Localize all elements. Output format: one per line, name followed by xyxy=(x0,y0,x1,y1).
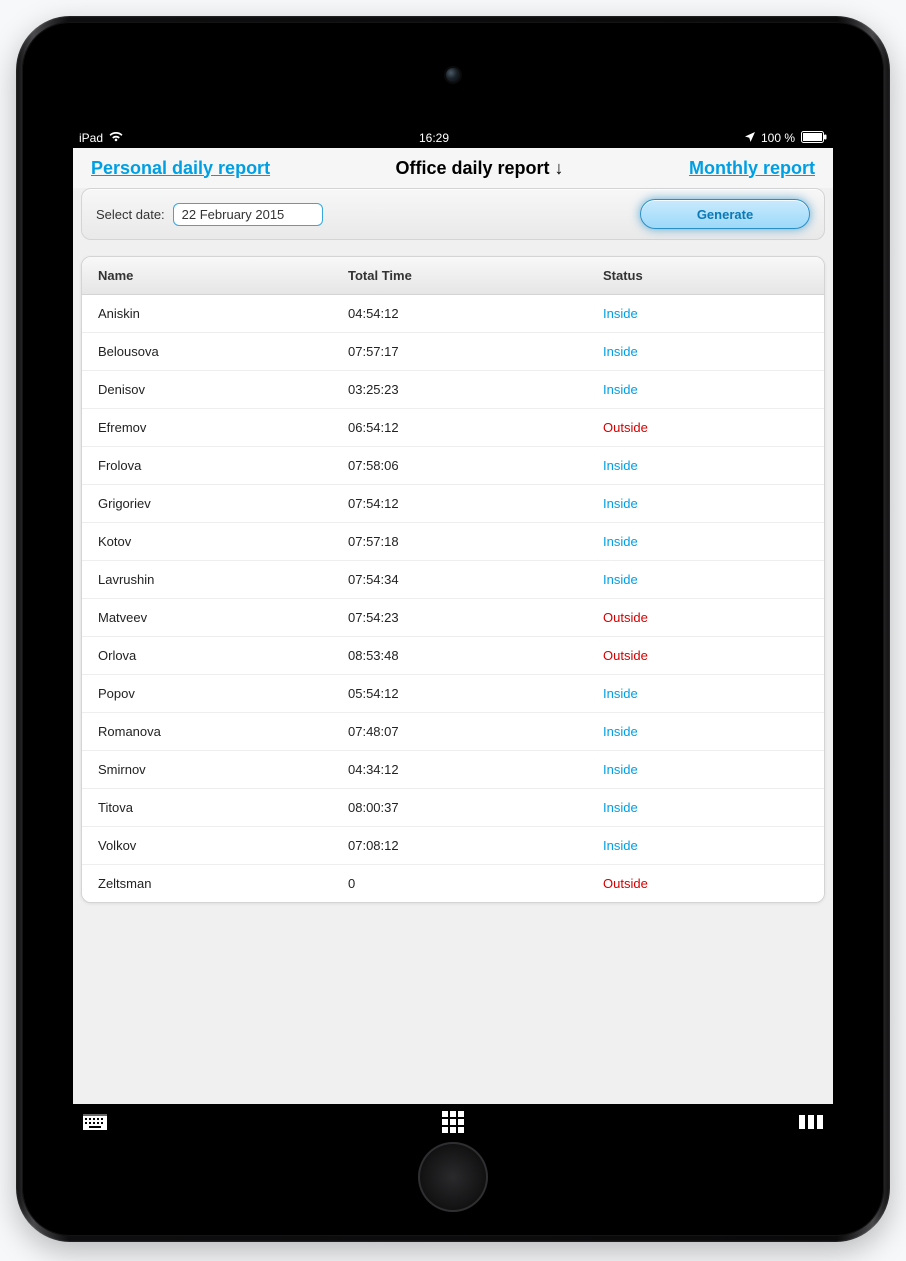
cell-status: Outside xyxy=(603,420,808,435)
header-total-time[interactable]: Total Time xyxy=(348,268,603,283)
cell-status: Inside xyxy=(603,534,808,549)
cell-status: Inside xyxy=(603,572,808,587)
table-row[interactable]: Zeltsman0Outside xyxy=(82,865,824,902)
report-table: Name Total Time Status Aniskin04:54:12In… xyxy=(81,256,825,903)
cell-status: Inside xyxy=(603,306,808,321)
camera-icon xyxy=(446,68,460,82)
ipad-frame-inner: iPad 16:29 100 % Personal d xyxy=(22,22,884,1236)
table-header: Name Total Time Status xyxy=(82,257,824,295)
table-row[interactable]: Kotov07:57:18Inside xyxy=(82,523,824,561)
cell-name: Belousova xyxy=(98,344,348,359)
table-row[interactable]: Romanova07:48:07Inside xyxy=(82,713,824,751)
cell-status: Inside xyxy=(603,724,808,739)
cell-total-time: 08:53:48 xyxy=(348,648,603,663)
cell-status: Outside xyxy=(603,648,808,663)
cell-total-time: 05:54:12 xyxy=(348,686,603,701)
cell-name: Denisov xyxy=(98,382,348,397)
status-right: 100 % xyxy=(745,131,827,146)
table-row[interactable]: Volkov07:08:12Inside xyxy=(82,827,824,865)
cell-total-time: 07:54:23 xyxy=(348,610,603,625)
cell-total-time: 07:08:12 xyxy=(348,838,603,853)
battery-text: 100 % xyxy=(761,131,795,145)
keyboard-icon[interactable] xyxy=(83,1114,107,1130)
cell-name: Titova xyxy=(98,800,348,815)
cell-total-time: 06:54:12 xyxy=(348,420,603,435)
cell-status: Inside xyxy=(603,838,808,853)
ios-status-bar: iPad 16:29 100 % xyxy=(73,128,833,148)
app-bottom-bar xyxy=(73,1104,833,1140)
cell-status: Inside xyxy=(603,458,808,473)
cell-total-time: 08:00:37 xyxy=(348,800,603,815)
cell-name: Efremov xyxy=(98,420,348,435)
cell-status: Inside xyxy=(603,686,808,701)
table-row[interactable]: Popov05:54:12Inside xyxy=(82,675,824,713)
status-time: 16:29 xyxy=(123,131,745,145)
table-row[interactable]: Matveev07:54:23Outside xyxy=(82,599,824,637)
table-row[interactable]: Lavrushin07:54:34Inside xyxy=(82,561,824,599)
table-row[interactable]: Aniskin04:54:12Inside xyxy=(82,295,824,333)
date-input[interactable] xyxy=(173,203,323,226)
cell-total-time: 07:58:06 xyxy=(348,458,603,473)
cell-status: Outside xyxy=(603,610,808,625)
cell-status: Inside xyxy=(603,344,808,359)
table-row[interactable]: Frolova07:58:06Inside xyxy=(82,447,824,485)
page-title[interactable]: Office daily report ↓ xyxy=(396,158,564,179)
cell-name: Lavrushin xyxy=(98,572,348,587)
cell-name: Orlova xyxy=(98,648,348,663)
status-left: iPad xyxy=(79,131,123,145)
columns-view-icon[interactable] xyxy=(799,1115,823,1129)
cell-name: Zeltsman xyxy=(98,876,348,891)
cell-total-time: 07:54:12 xyxy=(348,496,603,511)
table-row[interactable]: Titova08:00:37Inside xyxy=(82,789,824,827)
cell-total-time: 07:57:17 xyxy=(348,344,603,359)
filter-toolbar: Select date: Generate xyxy=(81,188,825,240)
cell-name: Matveev xyxy=(98,610,348,625)
table-row[interactable]: Smirnov04:34:12Inside xyxy=(82,751,824,789)
cell-total-time: 04:54:12 xyxy=(348,306,603,321)
cell-name: Frolova xyxy=(98,458,348,473)
cell-name: Volkov xyxy=(98,838,348,853)
top-nav: Personal daily report Office daily repor… xyxy=(73,148,833,188)
tab-personal-daily-report[interactable]: Personal daily report xyxy=(91,158,270,179)
cell-name: Kotov xyxy=(98,534,348,549)
home-button[interactable] xyxy=(418,1142,488,1212)
header-name[interactable]: Name xyxy=(98,268,348,283)
device-label: iPad xyxy=(79,131,103,145)
screen: iPad 16:29 100 % Personal d xyxy=(73,128,833,1140)
cell-status: Outside xyxy=(603,876,808,891)
cell-name: Aniskin xyxy=(98,306,348,321)
table-row[interactable]: Orlova08:53:48Outside xyxy=(82,637,824,675)
cell-name: Grigoriev xyxy=(98,496,348,511)
ipad-frame: iPad 16:29 100 % Personal d xyxy=(16,16,890,1242)
table-row[interactable]: Grigoriev07:54:12Inside xyxy=(82,485,824,523)
header-status[interactable]: Status xyxy=(603,268,808,283)
cell-status: Inside xyxy=(603,382,808,397)
tab-monthly-report[interactable]: Monthly report xyxy=(689,158,815,179)
cell-status: Inside xyxy=(603,800,808,815)
wifi-icon xyxy=(109,131,123,145)
table-body: Aniskin04:54:12InsideBelousova07:57:17In… xyxy=(82,295,824,902)
select-date-label: Select date: xyxy=(96,207,165,222)
cell-total-time: 04:34:12 xyxy=(348,762,603,777)
battery-icon xyxy=(801,131,827,146)
cell-name: Smirnov xyxy=(98,762,348,777)
location-icon xyxy=(745,131,755,145)
table-row[interactable]: Efremov06:54:12Outside xyxy=(82,409,824,447)
generate-button[interactable]: Generate xyxy=(640,199,810,229)
cell-total-time: 03:25:23 xyxy=(348,382,603,397)
cell-name: Popov xyxy=(98,686,348,701)
cell-status: Inside xyxy=(603,496,808,511)
table-row[interactable]: Belousova07:57:17Inside xyxy=(82,333,824,371)
table-row[interactable]: Denisov03:25:23Inside xyxy=(82,371,824,409)
cell-total-time: 07:57:18 xyxy=(348,534,603,549)
cell-total-time: 0 xyxy=(348,876,603,891)
cell-total-time: 07:54:34 xyxy=(348,572,603,587)
cell-total-time: 07:48:07 xyxy=(348,724,603,739)
cell-name: Romanova xyxy=(98,724,348,739)
grid-view-icon[interactable] xyxy=(442,1111,464,1133)
cell-status: Inside xyxy=(603,762,808,777)
